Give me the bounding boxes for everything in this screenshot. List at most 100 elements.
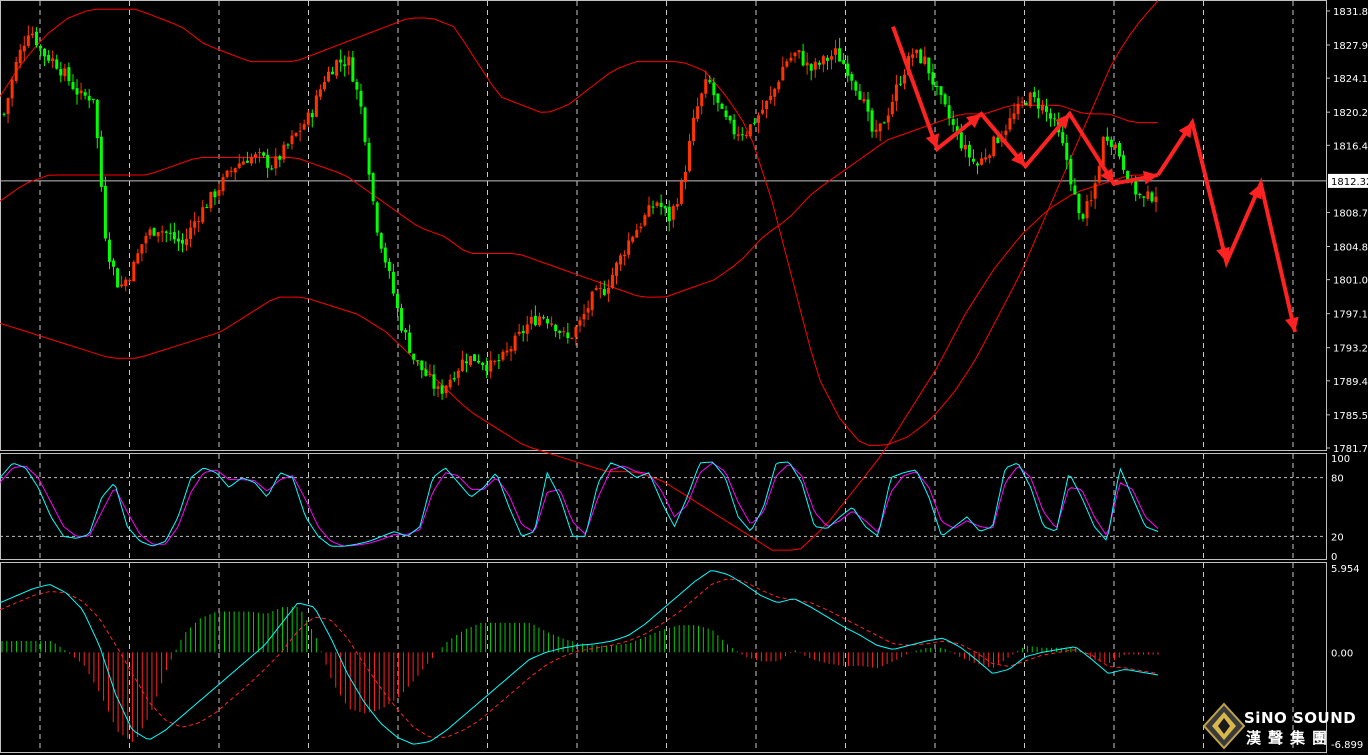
candle-body — [756, 115, 760, 123]
candle-body — [943, 94, 947, 105]
candle-body — [185, 238, 189, 246]
candle-body — [793, 52, 797, 57]
candle-body — [1008, 118, 1012, 130]
candle-body — [959, 132, 963, 149]
candle-body — [395, 293, 399, 309]
candle-body — [878, 123, 882, 132]
candle-body — [529, 316, 533, 324]
candle-body — [890, 101, 894, 115]
candle-body — [71, 82, 75, 90]
candle-body — [1044, 106, 1048, 112]
candle-body — [675, 204, 679, 207]
candle-body — [838, 48, 842, 62]
price-tick-label: 1808.70 — [1333, 208, 1368, 219]
candle-body — [1069, 158, 1073, 185]
candle-body — [1040, 105, 1044, 111]
candle-body — [241, 161, 245, 165]
candle-body — [464, 361, 468, 364]
candle-body — [927, 57, 931, 74]
candle-body — [882, 122, 886, 124]
candle-body — [988, 155, 992, 158]
candle-body — [432, 374, 436, 389]
candle-body — [825, 57, 829, 61]
candle-body — [1122, 155, 1126, 170]
candle-body — [59, 69, 63, 76]
candle-body — [935, 86, 939, 88]
candle-body — [2, 113, 6, 115]
candle-body — [1012, 113, 1016, 120]
candle-body — [720, 103, 724, 109]
candle-body — [99, 136, 103, 187]
candle-body — [270, 168, 274, 170]
candle-body — [327, 71, 331, 82]
candle-body — [225, 170, 229, 177]
price-tick-label: 1804.80 — [1333, 242, 1368, 253]
candle-body — [371, 173, 375, 202]
candle-body — [1089, 200, 1093, 202]
candle-body — [355, 82, 359, 90]
candle-body — [473, 354, 477, 362]
candle-body — [606, 287, 610, 294]
candle-body — [643, 215, 647, 226]
candle-body — [513, 335, 517, 351]
candle-body — [765, 100, 769, 110]
candle-body — [213, 191, 217, 198]
candle-body — [383, 247, 387, 263]
candle-body — [1061, 132, 1065, 144]
price-tick-label: 1824.10 — [1333, 74, 1368, 85]
stochastic-tick-label: 20 — [1331, 532, 1344, 543]
candle-body — [984, 157, 988, 160]
candle-body — [683, 172, 687, 183]
candle-body — [258, 152, 262, 154]
candle-body — [846, 63, 850, 76]
candle-body — [541, 317, 545, 319]
candle-body — [39, 45, 43, 49]
candle-body — [339, 59, 343, 63]
candle-body — [1065, 142, 1069, 160]
candle-body — [773, 88, 777, 97]
candle-body — [335, 60, 339, 76]
candle-body — [168, 232, 172, 234]
candle-body — [546, 318, 550, 324]
candle-body — [915, 49, 919, 54]
candle-body — [582, 313, 586, 320]
candle-body — [497, 360, 501, 362]
candle-body — [205, 207, 209, 209]
candle-body — [197, 221, 201, 223]
candle-body — [598, 288, 602, 290]
candle-body — [740, 134, 744, 136]
candle-body — [505, 350, 509, 353]
candle-body — [1154, 196, 1158, 203]
candle-body — [436, 386, 440, 389]
candle-body — [26, 35, 30, 46]
candle-body — [286, 144, 290, 146]
candle-body — [67, 67, 71, 82]
candle-body — [1117, 143, 1121, 157]
candle-body — [420, 360, 424, 371]
trading-chart: 1831.80 1827.90 1824.10 1820.20 1816.40 1812.… — [0, 0, 1368, 755]
candle-body — [79, 90, 83, 94]
candle-body — [748, 124, 752, 137]
candle-body — [1028, 92, 1032, 107]
candle-body — [797, 50, 801, 53]
price-tick-label: 1793.20 — [1333, 344, 1368, 355]
candle-body — [554, 324, 558, 331]
macd-tick-label: 5.954 — [1331, 564, 1360, 575]
candle-body — [144, 235, 148, 244]
candle-body — [148, 229, 152, 236]
candle-body — [671, 206, 675, 220]
candle-body — [294, 133, 298, 136]
candle-body — [262, 152, 266, 156]
candle-body — [1024, 103, 1028, 105]
candle-body — [1073, 185, 1077, 195]
candle-body — [331, 71, 335, 75]
candle-body — [43, 48, 47, 57]
candle-body — [156, 232, 160, 237]
candle-body — [578, 320, 582, 326]
price-tick-label: 1827.90 — [1333, 41, 1368, 52]
candle-body — [801, 51, 805, 66]
candle-body — [1053, 118, 1057, 120]
candle-body — [322, 81, 326, 90]
candle-body — [112, 260, 116, 267]
candle-body — [318, 89, 322, 97]
